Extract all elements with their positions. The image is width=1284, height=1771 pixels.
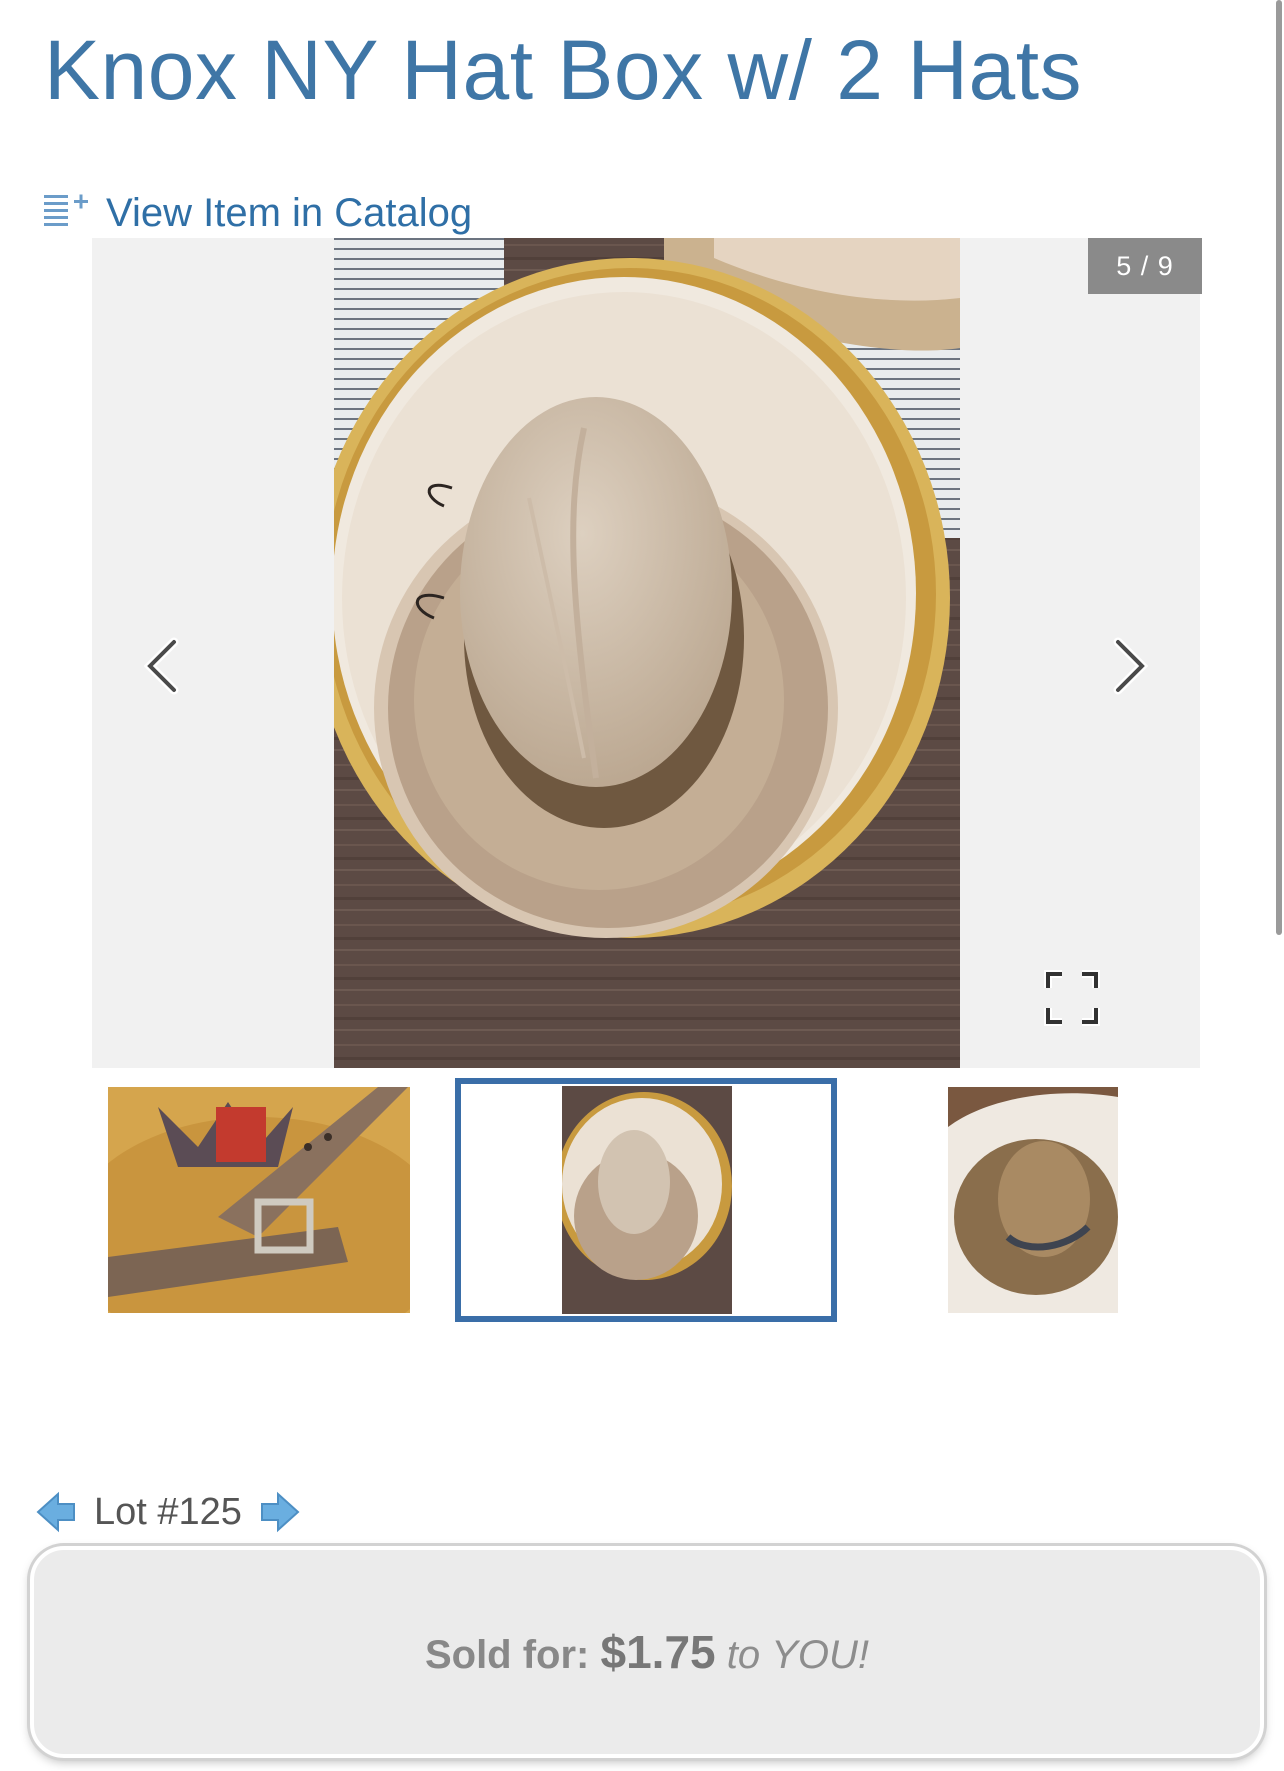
- sold-to: to: [726, 1633, 761, 1677]
- fullscreen-button[interactable]: [1042, 968, 1102, 1028]
- chevron-right-icon: [1113, 637, 1148, 695]
- page-title: Knox NY Hat Box w/ 2 Hats: [44, 23, 1083, 117]
- image-gallery: 5 / 9: [92, 238, 1202, 1068]
- lot-navigation: Lot #125: [36, 1484, 300, 1540]
- image-counter: 5 / 9: [1088, 238, 1202, 294]
- sold-status-box: Sold for: $1.75 to YOU!: [30, 1546, 1264, 1758]
- prev-image-button[interactable]: [132, 626, 192, 706]
- next-lot-arrow-icon[interactable]: [260, 1490, 300, 1534]
- view-catalog-label: View Item in Catalog: [106, 190, 473, 235]
- fullscreen-icon: [1044, 970, 1100, 1026]
- view-catalog-link[interactable]: View Item in Catalog: [44, 188, 472, 238]
- thumbnail-worn-hat[interactable]: [948, 1087, 1118, 1313]
- thumbnail-hatbox: [562, 1086, 732, 1314]
- sold-price: $1.75: [600, 1626, 716, 1678]
- chevron-left-icon: [144, 637, 179, 695]
- next-image-button[interactable]: [1100, 626, 1160, 706]
- thumbnail-belt[interactable]: [108, 1087, 410, 1313]
- main-photo[interactable]: [334, 238, 960, 1068]
- prev-lot-arrow-icon[interactable]: [36, 1490, 76, 1534]
- thumbnail-selected[interactable]: [455, 1078, 837, 1322]
- scrollbar[interactable]: [1276, 0, 1282, 935]
- sold-status-text: Sold for: $1.75 to YOU!: [425, 1625, 869, 1679]
- lot-number: Lot #125: [94, 1490, 242, 1533]
- sold-buyer: YOU!: [771, 1633, 870, 1677]
- sold-label: Sold for:: [424, 1633, 590, 1677]
- list-add-icon: [44, 191, 92, 236]
